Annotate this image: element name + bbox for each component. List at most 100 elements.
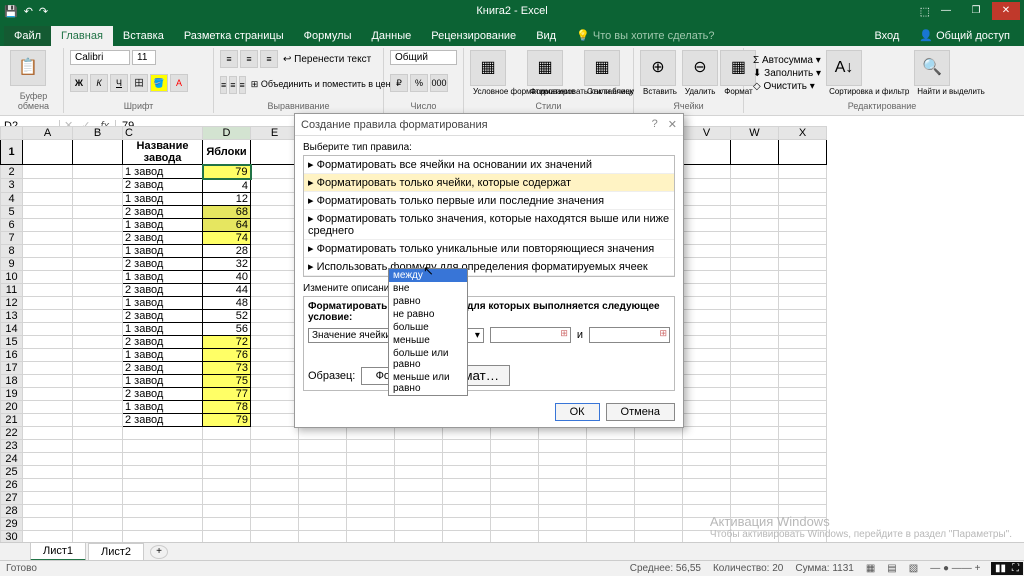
italic-button[interactable]: К — [90, 74, 108, 92]
dropdown-option[interactable]: больше или равно — [389, 347, 467, 371]
cell[interactable]: 78 — [203, 400, 251, 413]
login-link[interactable]: Вход — [864, 26, 909, 46]
row-header[interactable]: 13 — [1, 309, 23, 322]
close-button[interactable]: ✕ — [992, 2, 1020, 20]
row-header[interactable]: 11 — [1, 283, 23, 296]
row-header[interactable]: 28 — [1, 504, 23, 517]
row-header[interactable]: 16 — [1, 348, 23, 361]
cell[interactable]: 28 — [203, 244, 251, 257]
rule-type-option[interactable]: ▸ Форматировать только ячейки, которые с… — [304, 174, 674, 192]
tell-me-search[interactable]: 💡 Что вы хотите сделать? — [566, 25, 724, 46]
tab-layout[interactable]: Разметка страницы — [174, 26, 294, 46]
row-header[interactable]: 1 — [1, 140, 23, 165]
insert-cells-button[interactable]: ⊕ — [640, 50, 676, 86]
column-header[interactable] — [1, 127, 23, 140]
value-from-input[interactable] — [490, 327, 571, 343]
row-header[interactable]: 17 — [1, 361, 23, 374]
cell[interactable]: 2 завод — [123, 257, 203, 270]
column-header[interactable]: D — [203, 127, 251, 140]
cell[interactable]: 72 — [203, 335, 251, 348]
cell[interactable]: 44 — [203, 283, 251, 296]
tab-review[interactable]: Рецензирование — [421, 26, 526, 46]
rule-type-list[interactable]: ▸ Форматировать все ячейки на основании … — [303, 155, 675, 277]
align-center-icon[interactable]: ≡ — [229, 76, 236, 94]
redo-icon[interactable]: ↷ — [39, 5, 48, 18]
zoom-slider[interactable]: — ● —— + — [930, 563, 980, 574]
cell[interactable]: 56 — [203, 322, 251, 335]
cell[interactable]: 1 завод — [123, 270, 203, 283]
column-header[interactable]: X — [779, 127, 827, 140]
find-select-button[interactable]: 🔍 — [914, 50, 950, 86]
tab-view[interactable]: Вид — [526, 26, 566, 46]
clear-button[interactable]: ◇ Очистить ▾ — [750, 80, 824, 93]
dropdown-option[interactable]: между — [389, 269, 467, 282]
cell[interactable]: 1 завод — [123, 296, 203, 309]
cell[interactable]: 2 завод — [123, 387, 203, 400]
row-header[interactable]: 23 — [1, 439, 23, 452]
font-select[interactable]: Calibri — [70, 50, 130, 65]
row-header[interactable]: 5 — [1, 205, 23, 218]
dropdown-option[interactable]: больше — [389, 321, 467, 334]
cell[interactable]: Яблоки — [203, 140, 251, 165]
tab-data[interactable]: Данные — [361, 26, 421, 46]
dropdown-option[interactable]: меньше или равно — [389, 371, 467, 395]
pause-icon[interactable]: ▮▮ — [995, 563, 1006, 574]
column-header[interactable]: A — [23, 127, 73, 140]
row-header[interactable]: 9 — [1, 257, 23, 270]
dropdown-option[interactable]: не равно — [389, 308, 467, 321]
cell[interactable]: 2 завод — [123, 413, 203, 426]
cell[interactable]: 79 — [203, 413, 251, 426]
cond-format-button[interactable]: ▦ — [470, 50, 506, 86]
cell[interactable]: 77 — [203, 387, 251, 400]
row-header[interactable]: 27 — [1, 491, 23, 504]
column-header[interactable]: B — [73, 127, 123, 140]
fill-button[interactable]: ⬇ Заполнить ▾ — [750, 67, 824, 80]
tab-file[interactable]: Файл — [4, 26, 51, 46]
fullscreen-icon[interactable]: ⛶ — [1012, 563, 1019, 574]
row-header[interactable]: 26 — [1, 478, 23, 491]
delete-cells-button[interactable]: ⊖ — [682, 50, 718, 86]
cell[interactable]: 4 — [203, 179, 251, 193]
share-button[interactable]: Общий доступ — [909, 25, 1020, 46]
dropdown-option[interactable]: вне — [389, 282, 467, 295]
condition-type-select[interactable]: Значение ячейки▾ — [308, 328, 400, 343]
cell[interactable]: 40 — [203, 270, 251, 283]
align-bot-icon[interactable]: ≡ — [260, 50, 278, 68]
border-button[interactable]: 田 — [130, 74, 148, 92]
row-header[interactable]: 7 — [1, 231, 23, 244]
column-header[interactable]: W — [731, 127, 779, 140]
dropdown-option[interactable]: равно — [389, 295, 467, 308]
cancel-button[interactable]: Отмена — [606, 403, 675, 421]
tab-insert[interactable]: Вставка — [113, 26, 174, 46]
cell[interactable]: 74 — [203, 231, 251, 244]
cell[interactable]: 12 — [203, 192, 251, 205]
cell[interactable]: 1 завод — [123, 218, 203, 231]
tab-formulas[interactable]: Формулы — [294, 26, 362, 46]
comma-icon[interactable]: 000 — [430, 74, 448, 92]
cell[interactable]: 1 завод — [123, 165, 203, 179]
percent-icon[interactable]: % — [410, 74, 428, 92]
cell[interactable]: 1 завод — [123, 348, 203, 361]
row-header[interactable]: 25 — [1, 465, 23, 478]
view-page-icon[interactable]: ▤ — [887, 563, 896, 574]
row-header[interactable]: 8 — [1, 244, 23, 257]
align-left-icon[interactable]: ≡ — [220, 76, 227, 94]
row-header[interactable]: 22 — [1, 426, 23, 439]
video-controls[interactable]: ▮▮ ⛶ — [991, 562, 1023, 575]
dialog-close-icon[interactable]: ✕ — [668, 118, 677, 131]
fill-color-button[interactable]: 🪣 — [150, 74, 168, 92]
ok-button[interactable]: ОК — [555, 403, 600, 421]
font-size-select[interactable]: 11 — [132, 50, 156, 65]
wrap-text-button[interactable]: ↩ Перенести текст — [280, 53, 374, 66]
align-top-icon[interactable]: ≡ — [220, 50, 238, 68]
cell[interactable]: 2 завод — [123, 205, 203, 218]
align-mid-icon[interactable]: ≡ — [240, 50, 258, 68]
autosum-button[interactable]: Σ Автосумма ▾ — [750, 54, 824, 67]
row-header[interactable]: 15 — [1, 335, 23, 348]
rule-type-option[interactable]: ▸ Форматировать все ячейки на основании … — [304, 156, 674, 174]
dialog-help-icon[interactable]: ? — [652, 118, 658, 131]
add-sheet-button[interactable]: + — [150, 545, 168, 559]
cell[interactable]: Название завода — [123, 140, 203, 165]
row-header[interactable]: 2 — [1, 165, 23, 179]
cell[interactable]: 1 завод — [123, 322, 203, 335]
